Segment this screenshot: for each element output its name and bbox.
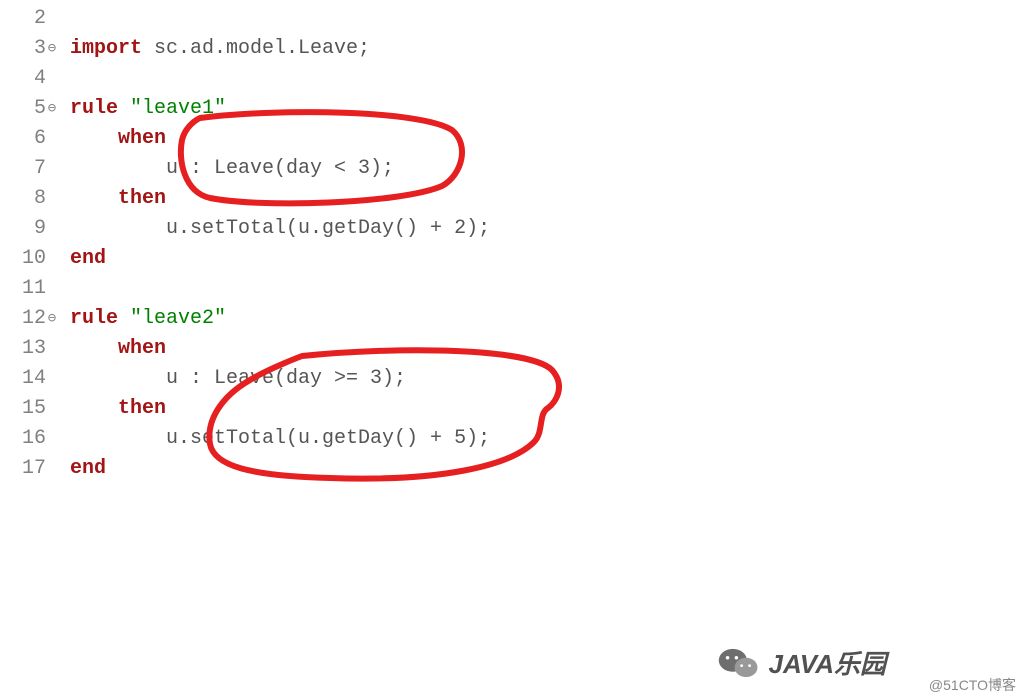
code-line[interactable]: then [70, 184, 1026, 214]
watermark-text: JAVA乐园 [769, 644, 887, 681]
line-number: 5 [0, 94, 46, 124]
code-editor[interactable]: 234567891011121314151617 import sc.ad.mo… [0, 0, 1026, 699]
code-token [70, 397, 118, 420]
line-number: 16 [0, 424, 46, 454]
line-number: 2 [0, 4, 46, 34]
line-number: 8 [0, 184, 46, 214]
code-token [70, 337, 118, 360]
code-token: rule [70, 307, 118, 330]
code-line[interactable]: rule "leave1" [70, 94, 1026, 124]
code-token [70, 187, 118, 210]
code-token: end [70, 457, 106, 480]
code-token: rule [70, 97, 118, 120]
line-number: 10 [0, 244, 46, 274]
line-number: 15 [0, 394, 46, 424]
code-line[interactable]: when [70, 124, 1026, 154]
code-token: when [118, 337, 166, 360]
line-number: 11 [0, 274, 46, 304]
wechat-icon [717, 645, 761, 681]
code-token [118, 97, 130, 120]
code-line[interactable]: when [70, 334, 1026, 364]
code-token: then [118, 397, 166, 420]
code-token: when [118, 127, 166, 150]
code-token: then [118, 187, 166, 210]
line-number: 14 [0, 364, 46, 394]
code-line[interactable] [70, 4, 1026, 34]
code-line[interactable]: import sc.ad.model.Leave; [70, 34, 1026, 64]
code-token: u : Leave(day >= 3); [70, 367, 406, 390]
code-line[interactable]: u : Leave(day < 3); [70, 154, 1026, 184]
code-line[interactable]: then [70, 394, 1026, 424]
code-line[interactable] [70, 64, 1026, 94]
watermark-cto: @51CTO博客 [929, 675, 1016, 695]
code-token: end [70, 247, 106, 270]
code-token: u : Leave(day < 3); [70, 157, 394, 180]
fold-collapse-icon[interactable] [46, 103, 58, 115]
line-number: 17 [0, 454, 46, 484]
fold-collapse-icon[interactable] [46, 43, 58, 55]
code-token: sc.ad.model.Leave; [142, 37, 370, 60]
code-token: import [70, 37, 142, 60]
line-number: 7 [0, 154, 46, 184]
code-token [118, 307, 130, 330]
line-number: 9 [0, 214, 46, 244]
line-number-gutter: 234567891011121314151617 [0, 0, 52, 699]
code-line[interactable]: u : Leave(day >= 3); [70, 364, 1026, 394]
code-line[interactable]: u.setTotal(u.getDay() + 2); [70, 214, 1026, 244]
code-token: u.setTotal(u.getDay() + 5); [70, 427, 490, 450]
line-number: 4 [0, 64, 46, 94]
code-token: u.setTotal(u.getDay() + 2); [70, 217, 490, 240]
code-line[interactable]: end [70, 454, 1026, 484]
line-number: 6 [0, 124, 46, 154]
code-line[interactable] [70, 274, 1026, 304]
fold-collapse-icon[interactable] [46, 313, 58, 325]
code-token: "leave1" [130, 97, 226, 120]
code-content[interactable]: import sc.ad.model.Leave; rule "leave1" … [52, 0, 1026, 699]
code-line[interactable]: rule "leave2" [70, 304, 1026, 334]
watermark-logo: JAVA乐园 [717, 644, 887, 681]
code-line[interactable]: end [70, 244, 1026, 274]
code-line[interactable]: u.setTotal(u.getDay() + 5); [70, 424, 1026, 454]
line-number: 3 [0, 34, 46, 64]
code-token [70, 127, 118, 150]
line-number: 12 [0, 304, 46, 334]
line-number: 13 [0, 334, 46, 364]
code-token: "leave2" [130, 307, 226, 330]
